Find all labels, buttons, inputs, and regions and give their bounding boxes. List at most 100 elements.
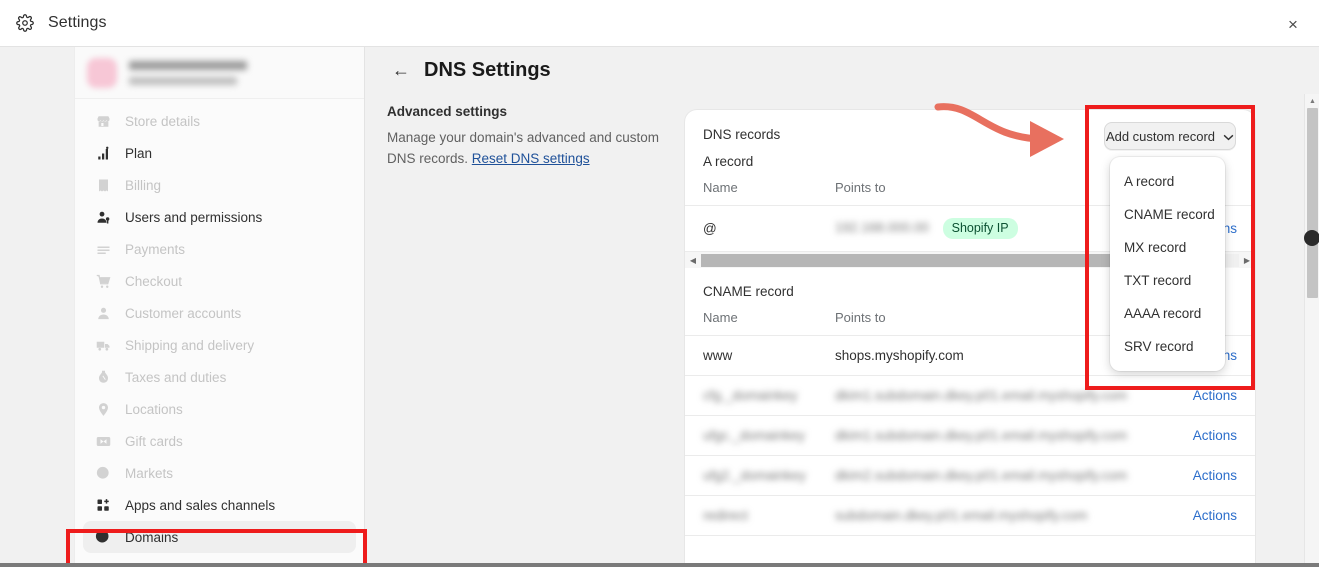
- sidebar-item-payments[interactable]: Payments: [83, 233, 356, 265]
- payments-card-icon: [93, 239, 113, 259]
- billing-receipt-icon: [93, 175, 113, 195]
- sidebar-item-customer-accounts[interactable]: Customer accounts: [83, 297, 356, 329]
- window-bottom-edge: [0, 563, 1319, 567]
- sidebar-item-label: Customer accounts: [125, 305, 242, 321]
- sidebar-item-label: Locations: [125, 401, 183, 417]
- sidebar-item-gift-cards[interactable]: Gift cards: [83, 425, 356, 457]
- record-points-to: dkim2.subdomain.dkey.p01.email.myshopify…: [835, 455, 1175, 496]
- sidebar-item-shipping-and-delivery[interactable]: Shipping and delivery: [83, 329, 356, 361]
- record-name-blurred: ufg2._domainkey: [703, 468, 806, 483]
- column-header-name: Name: [685, 299, 835, 336]
- column-header-name: Name: [685, 169, 835, 206]
- cart-icon: [93, 271, 113, 291]
- record-name-blurred: redirect: [703, 508, 749, 523]
- record-name: ufgc._domainkey: [685, 415, 835, 456]
- left-gutter: [0, 94, 74, 567]
- domains-globe-icon: [93, 527, 113, 547]
- reset-dns-settings-link[interactable]: Reset DNS settings: [472, 151, 590, 166]
- window-body: Store details Plan Billing Users and per…: [0, 47, 1319, 567]
- record-points-to-blurred: subdomain.dkey.p01.email.myshopify.com: [835, 508, 1088, 523]
- record-points-to-blurred: dkim1.subdomain.dkey.p01.email.myshopify…: [835, 388, 1128, 403]
- vertical-scrollbar[interactable]: ▲ ▼: [1304, 94, 1319, 567]
- table-row: cfg._domainkey dkim1.subdomain.dkey.p01.…: [685, 375, 1255, 416]
- sidebar-item-checkout[interactable]: Checkout: [83, 265, 356, 297]
- gift-card-icon: [93, 431, 113, 451]
- record-actions-cell: Actions: [1175, 455, 1255, 496]
- main-content: ← DNS Settings Advanced settings Manage …: [365, 47, 1305, 567]
- actions-link[interactable]: Actions: [1193, 428, 1237, 443]
- record-name-blurred: cfg._domainkey: [703, 388, 798, 403]
- record-points-to-blurred: dkim2.subdomain.dkey.p01.email.myshopify…: [835, 468, 1128, 483]
- sidebar-item-label: Taxes and duties: [125, 369, 227, 385]
- record-name-blurred: ufgc._domainkey: [703, 428, 806, 443]
- vertical-scrollbar-thumb[interactable]: [1307, 108, 1318, 298]
- window-title: Settings: [48, 14, 107, 31]
- page-header: ← DNS Settings: [365, 47, 1305, 82]
- scroll-left-icon[interactable]: ◀: [685, 252, 701, 268]
- sidebar-item-plan[interactable]: Plan: [83, 137, 356, 169]
- table-row: redirect subdomain.dkey.p01.email.myshop…: [685, 495, 1255, 536]
- sidebar-item-markets[interactable]: Markets: [83, 457, 356, 489]
- store-avatar: [87, 57, 117, 88]
- menu-item-srv-record[interactable]: SRV record: [1110, 330, 1225, 363]
- sidebar-item-apps-and-sales-channels[interactable]: Apps and sales channels: [83, 489, 356, 521]
- sidebar-item-label: Plan: [125, 145, 153, 161]
- add-custom-record-button[interactable]: Add custom record: [1104, 122, 1236, 150]
- store-icon: [93, 111, 113, 131]
- apps-icon: [93, 495, 113, 515]
- close-icon[interactable]: ×: [1281, 12, 1305, 36]
- record-name: cfg._domainkey: [685, 375, 835, 416]
- store-name-blurred: [129, 60, 247, 85]
- advanced-settings-column: Advanced settings Manage your domain's a…: [387, 104, 659, 169]
- table-row: ufg2._domainkey dkim2.subdomain.dkey.p01…: [685, 455, 1255, 496]
- add-custom-record-label: Add custom record: [1105, 128, 1216, 144]
- sidebar-item-taxes-and-duties[interactable]: Taxes and duties: [83, 361, 356, 393]
- window-titlebar: Settings ×: [0, 0, 1319, 47]
- record-name: ufg2._domainkey: [685, 455, 835, 496]
- menu-item-mx-record[interactable]: MX record: [1110, 231, 1225, 264]
- add-custom-record-menu: A record CNAME record MX record TXT reco…: [1110, 157, 1225, 371]
- actions-link[interactable]: Actions: [1193, 468, 1237, 483]
- record-name: redirect: [685, 495, 835, 536]
- person-icon: [93, 303, 113, 323]
- store-info-card[interactable]: [75, 47, 364, 99]
- sidebar-item-billing[interactable]: Billing: [83, 169, 356, 201]
- actions-link[interactable]: Actions: [1193, 508, 1237, 523]
- sidebar-item-users-and-permissions[interactable]: Users and permissions: [83, 201, 356, 233]
- page-title: DNS Settings: [424, 59, 551, 81]
- settings-window: Settings × Store details Plan Billing Us…: [0, 0, 1319, 567]
- menu-item-cname-record[interactable]: CNAME record: [1110, 198, 1225, 231]
- record-actions-cell: Actions: [1175, 375, 1255, 416]
- truck-icon: [93, 335, 113, 355]
- scroll-right-icon[interactable]: ▶: [1239, 252, 1255, 268]
- sidebar-item-domains[interactable]: Domains: [83, 521, 356, 553]
- settings-sidebar: Store details Plan Billing Users and per…: [74, 47, 365, 567]
- record-actions-cell: Actions: [1175, 415, 1255, 456]
- chevron-down-icon: [1223, 129, 1234, 144]
- menu-item-aaaa-record[interactable]: AAAA record: [1110, 297, 1225, 330]
- scroll-up-icon[interactable]: ▲: [1305, 94, 1319, 108]
- sidebar-item-label: Billing: [125, 177, 162, 193]
- record-points-to: subdomain.dkey.p01.email.myshopify.com: [835, 495, 1175, 536]
- advanced-settings-heading: Advanced settings: [387, 104, 508, 119]
- back-arrow-icon[interactable]: ←: [390, 60, 412, 82]
- sidebar-item-locations[interactable]: Locations: [83, 393, 356, 425]
- sidebar-item-label: Payments: [125, 241, 186, 257]
- record-actions-cell: Actions: [1175, 495, 1255, 536]
- sidebar-item-label: Store details: [125, 113, 201, 129]
- menu-item-a-record[interactable]: A record: [1110, 165, 1225, 198]
- users-icon: [93, 207, 113, 227]
- record-name: www: [685, 335, 835, 376]
- location-pin-icon: [93, 399, 113, 419]
- record-points-to-blurred: dkim1.subdomain.dkey.p01.email.myshopify…: [835, 428, 1128, 443]
- menu-item-txt-record[interactable]: TXT record: [1110, 264, 1225, 297]
- tax-icon: [93, 367, 113, 387]
- actions-link[interactable]: Actions: [1193, 388, 1237, 403]
- sidebar-item-label: Gift cards: [125, 433, 183, 449]
- sidebar-item-label: Users and permissions: [125, 209, 263, 225]
- record-name: @: [685, 205, 835, 252]
- mouse-cursor: [1304, 230, 1319, 246]
- status-badge: Shopify IP: [942, 218, 1018, 239]
- sidebar-item-label: Checkout: [125, 273, 183, 289]
- sidebar-item-store-details[interactable]: Store details: [83, 105, 356, 137]
